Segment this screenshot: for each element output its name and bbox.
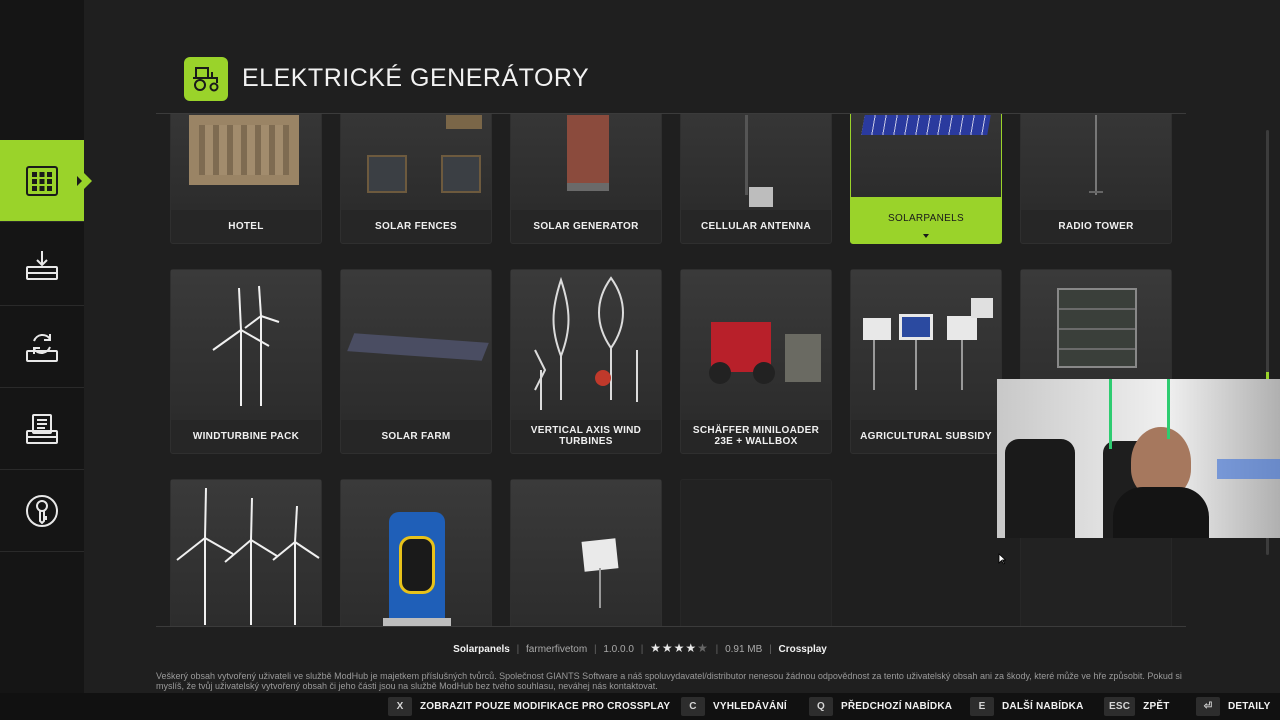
back-button[interactable]: ESC ZPĚT <box>1104 697 1170 716</box>
mod-name: Solarpanels <box>453 644 510 655</box>
mod-thumbnail <box>341 270 491 420</box>
page-title: ELEKTRICKÉ GENERÁTORY <box>242 64 590 92</box>
action-label: ZPĚT <box>1143 701 1170 712</box>
mod-grid: HOTEL SOLAR FENCES SOLAR GENERATOR CELLU… <box>156 114 1186 626</box>
mod-card-lizard-charger[interactable] <box>340 479 492 626</box>
download-icon <box>26 250 58 280</box>
mod-card-agricultural-subsidy[interactable]: AGRICULTURAL SUBSIDY <box>850 269 1002 454</box>
sidebar-item-updates[interactable] <box>0 306 84 388</box>
mod-thumbnail <box>851 270 1001 420</box>
key-hint: Q <box>809 697 833 716</box>
mod-card-solarpanels[interactable]: SOLARPANELS <box>850 114 1002 244</box>
selected-indicator-icon <box>923 234 929 238</box>
mod-author: farmerfivetom <box>526 644 588 655</box>
key-icon <box>26 494 58 527</box>
mod-thumbnail <box>171 480 321 626</box>
mod-card-government-sign[interactable] <box>510 479 662 626</box>
previous-menu-button[interactable]: Q PŘEDCHOZÍ NABÍDKA <box>809 697 952 716</box>
crossplay-badge: Crossplay <box>778 644 827 655</box>
tractor-icon <box>184 57 228 101</box>
mod-thumbnail <box>171 114 321 210</box>
mod-thumbnail <box>171 270 321 420</box>
mod-card-label: SOLAR FARM <box>381 430 451 442</box>
mod-card-label: AGRICULTURAL SUBSIDY <box>860 430 992 442</box>
sidebar-item-installed[interactable] <box>0 388 84 470</box>
mod-thumbnail <box>511 114 661 210</box>
mod-size: 0.91 MB <box>725 644 763 655</box>
mod-thumbnail <box>681 270 831 420</box>
grid-icon <box>26 165 58 196</box>
key-hint: X <box>388 697 412 716</box>
mod-thumbnail <box>511 270 661 420</box>
sidebar-item-browse[interactable] <box>0 140 92 222</box>
footer-divider <box>156 626 1186 627</box>
mod-card-radio-tower[interactable]: RADIO TOWER <box>1020 114 1172 244</box>
mod-card-empty <box>680 479 832 626</box>
sidebar-item-downloads[interactable] <box>0 224 84 306</box>
mod-card-label: SOLAR FENCES <box>375 220 457 232</box>
mod-card-label: CELLULAR ANTENNA <box>701 220 811 232</box>
mod-card-cellular-antenna[interactable]: CELLULAR ANTENNA <box>680 114 832 244</box>
mod-thumbnail <box>511 480 661 626</box>
sidebar-item-keys[interactable] <box>0 470 84 552</box>
mod-version: 1.0.0.0 <box>603 644 634 655</box>
mod-thumbnail <box>851 114 1001 197</box>
action-bar: X ZOBRAZIT POUZE MODIFIKACE PRO CROSSPLA… <box>0 693 1280 720</box>
mod-info-bar: Solarpanels | farmerfivetom | 1.0.0.0 | … <box>453 641 827 655</box>
mod-card-windturbine-pack[interactable]: WINDTURBINE PACK <box>170 269 322 454</box>
mod-thumbnail <box>341 480 491 626</box>
update-icon <box>26 333 58 362</box>
mod-thumbnail <box>341 114 491 210</box>
webcam-overlay <box>997 379 1280 538</box>
enter-icon: ⏎ <box>1196 697 1220 716</box>
mod-card-solar-farm[interactable]: SOLAR FARM <box>340 269 492 454</box>
next-menu-button[interactable]: E DALŠÍ NABÍDKA <box>970 697 1084 716</box>
mod-card-label: RADIO TOWER <box>1058 220 1134 232</box>
key-hint: C <box>681 697 705 716</box>
mod-card-hotel[interactable]: HOTEL <box>170 114 322 244</box>
action-label: VYHLEDÁVÁNÍ <box>713 701 787 712</box>
action-label: PŘEDCHOZÍ NABÍDKA <box>841 701 953 712</box>
mod-card-label: WINDTURBINE PACK <box>192 430 300 442</box>
mod-thumbnail <box>681 114 831 210</box>
key-hint: E <box>970 697 994 716</box>
crossplay-filter-button[interactable]: X ZOBRAZIT POUZE MODIFIKACE PRO CROSSPLA… <box>388 697 670 716</box>
action-label: DETAILY <box>1228 701 1271 712</box>
sidebar <box>0 0 92 720</box>
mod-card-label: VERTICAL AXIS WIND TURBINES <box>530 425 642 447</box>
action-label: ZOBRAZIT POUZE MODIFIKACE PRO CROSSPLAY <box>420 701 671 712</box>
mod-card-solar-fences[interactable]: SOLAR FENCES <box>340 114 492 244</box>
installed-icon <box>26 413 58 444</box>
rating-stars: ★★★★★ <box>650 641 709 655</box>
disclaimer-text: Veškerý obsah vytvořený uživateli ve slu… <box>156 671 1182 691</box>
mod-thumbnail <box>1021 114 1171 210</box>
mod-card-label: HOTEL <box>228 220 264 232</box>
mouse-cursor-icon <box>998 553 1006 565</box>
mod-card-schaffer-miniloader[interactable]: SCHÄFFER MINILOADER 23E + WALLBOX <box>680 269 832 454</box>
mod-card-vertical-axis-wind-turbines[interactable]: VERTICAL AXIS WIND TURBINES <box>510 269 662 454</box>
details-button[interactable]: ⏎ DETAILY <box>1196 697 1271 716</box>
search-button[interactable]: C VYHLEDÁVÁNÍ <box>681 697 787 716</box>
mod-card-solar-generator[interactable]: SOLAR GENERATOR <box>510 114 662 244</box>
mod-card-wind-turbines[interactable] <box>170 479 322 626</box>
action-label: DALŠÍ NABÍDKA <box>1002 701 1084 712</box>
modhub-screen: ELEKTRICKÉ GENERÁTORY HOTEL SOLAR FENCES <box>0 0 1280 720</box>
mod-card-label: SCHÄFFER MINILOADER 23E + WALLBOX <box>692 425 820 447</box>
mod-card-label: SOLAR GENERATOR <box>533 220 639 232</box>
key-hint: ESC <box>1104 697 1136 716</box>
